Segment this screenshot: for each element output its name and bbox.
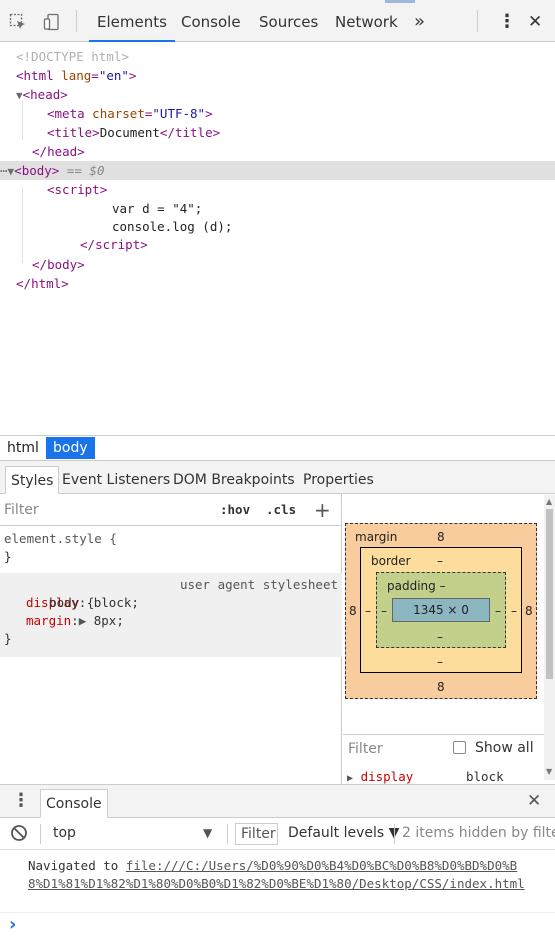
selected-node-marker: == $0: [66, 163, 105, 178]
margin-label: margin: [355, 530, 398, 544]
styles-scrollbar[interactable]: ▲ ▼: [544, 495, 555, 780]
border-bottom-value[interactable]: –: [437, 655, 443, 669]
tab-event-listeners[interactable]: Event Listeners: [57, 466, 175, 494]
border-top-value[interactable]: –: [437, 554, 443, 568]
show-all-checkbox[interactable]: [453, 741, 466, 754]
body-user-agent-rule[interactable]: body { user agent stylesheet display: bl…: [0, 573, 342, 657]
collapse-arrow-icon[interactable]: ▼: [16, 89, 23, 102]
console-toolbar: top ▼ Filter Default levels ▼ 2 items hi…: [0, 818, 555, 850]
dom-tree: <!DOCTYPE html> <html lang="en"> ▼<head>…: [0, 43, 555, 435]
dom-head-close[interactable]: </head>: [32, 142, 555, 161]
margin-left-value[interactable]: 8: [349, 604, 357, 618]
tab-dom-breakpoints[interactable]: DOM Breakpoints: [168, 466, 300, 494]
tab-sources[interactable]: Sources: [251, 0, 326, 42]
dom-body-close[interactable]: </body>: [32, 255, 555, 274]
settings-menu-icon[interactable]: ⋮: [490, 0, 524, 42]
border-left-value[interactable]: –: [365, 604, 371, 618]
scroll-up-icon[interactable]: ▲: [546, 497, 552, 506]
console-output: Navigated to file:///C:/Users/%D0%90%D0%…: [0, 850, 555, 951]
context-dropdown-icon[interactable]: ▼: [203, 826, 212, 840]
element-style-selector: element.style {: [4, 531, 117, 546]
close-devtools-icon[interactable]: ✕: [520, 0, 550, 42]
close-drawer-icon[interactable]: ✕: [527, 791, 541, 811]
drawer-menu-icon[interactable]: ⋮: [12, 790, 30, 811]
tab-network[interactable]: Network: [327, 0, 406, 42]
devtools-toolbar: Elements Console Sources Network » ⋮ ✕: [0, 0, 555, 42]
expand-triangle-icon[interactable]: ▶: [347, 773, 353, 784]
computed-filter-input[interactable]: Filter: [348, 741, 383, 757]
box-model-diagram: 1345 × 0 margin 8 8 8 8 border – – – – p…: [343, 494, 555, 734]
scroll-down-icon[interactable]: ▼: [546, 767, 552, 776]
dom-meta[interactable]: <meta charset="UTF-8">: [47, 104, 555, 123]
clear-console-icon[interactable]: [10, 824, 28, 846]
more-actions-icon[interactable]: ⋯: [0, 163, 8, 178]
console-filter-input[interactable]: Filter: [235, 823, 278, 845]
drawer-tab-console[interactable]: Console: [40, 789, 108, 818]
tab-properties[interactable]: Properties: [298, 466, 379, 494]
padding-right-value[interactable]: –: [495, 604, 501, 618]
rule-close-brace: }: [4, 631, 12, 646]
margin-bottom-value[interactable]: 8: [437, 680, 445, 694]
css-declaration[interactable]: margin:▶ 8px;: [4, 612, 342, 630]
dom-html-close[interactable]: </html>: [16, 274, 555, 293]
dom-doctype[interactable]: <!DOCTYPE html>: [16, 47, 555, 66]
element-style-rule[interactable]: element.style { }: [0, 530, 342, 566]
margin-right-value[interactable]: 8: [525, 604, 533, 618]
styles-pane: Filter :hov .cls + element.style { } bod…: [0, 494, 342, 784]
computed-pane: Filter Show all ▶ display block: [343, 734, 544, 784]
styles-filter-input[interactable]: Filter: [4, 502, 39, 518]
tab-console[interactable]: Console: [173, 0, 249, 42]
device-toolbar-icon[interactable]: [42, 12, 62, 32]
styles-filter-bar: Filter :hov .cls +: [0, 494, 342, 526]
console-prompt-icon[interactable]: ›: [9, 914, 16, 935]
dom-head-open[interactable]: ▼<head>: [16, 85, 555, 104]
new-style-rule-button[interactable]: +: [314, 498, 331, 522]
hidden-items-label: 2 items hidden by filter: [402, 825, 555, 841]
border-right-value[interactable]: –: [511, 604, 517, 618]
navigation-message: Navigated to file:///C:/Users/%D0%90%D0%…: [28, 858, 525, 891]
expand-triangle-icon[interactable]: ▶: [79, 613, 87, 628]
sidebar-tabs: Styles Event Listeners DOM Breakpoints P…: [0, 460, 555, 494]
scrollbar-thumb[interactable]: [546, 509, 553, 679]
dom-script-line[interactable]: var d = "4";: [112, 199, 555, 218]
toolbar-separator: [76, 10, 77, 32]
cls-toggle[interactable]: .cls: [266, 502, 296, 517]
inspect-element-icon[interactable]: [8, 12, 28, 32]
tab-elements[interactable]: Elements: [89, 0, 175, 42]
border-label: border: [371, 554, 411, 568]
log-levels-dropdown[interactable]: Default levels ▼: [288, 825, 399, 841]
more-tabs-button[interactable]: »: [406, 0, 433, 42]
dom-title[interactable]: <title>Document</title>: [47, 123, 555, 142]
dom-body-open[interactable]: ⋯▼<body> == $0: [0, 161, 555, 180]
toolbar-separator: [477, 10, 478, 32]
context-selector[interactable]: top: [53, 825, 76, 841]
padding-bottom-value[interactable]: –: [437, 630, 443, 644]
computed-property-row[interactable]: ▶ display block: [347, 769, 543, 785]
breadcrumb-body[interactable]: body: [46, 437, 95, 459]
hov-toggle[interactable]: :hov: [220, 502, 250, 517]
show-all-label: Show all: [475, 740, 534, 756]
user-agent-stylesheet-label: user agent stylesheet: [179, 577, 338, 592]
breadcrumb: html body: [0, 435, 555, 459]
dom-script-close[interactable]: </script>: [80, 235, 555, 254]
padding-label: padding –: [387, 579, 446, 593]
box-model-content[interactable]: 1345 × 0: [392, 598, 490, 622]
tab-styles[interactable]: Styles: [5, 466, 60, 494]
body-selector: body {: [49, 595, 95, 610]
padding-left-value[interactable]: –: [381, 604, 387, 618]
margin-top-value[interactable]: 8: [437, 530, 445, 544]
breadcrumb-html[interactable]: html: [0, 437, 46, 459]
dom-script-line[interactable]: console.log (d);: [112, 217, 555, 236]
rule-close-brace: }: [4, 549, 12, 564]
dom-script-open[interactable]: <script>: [47, 180, 555, 199]
drawer-header: ⋮ Console ✕: [0, 784, 555, 818]
dom-html-open[interactable]: <html lang="en">: [16, 66, 555, 85]
